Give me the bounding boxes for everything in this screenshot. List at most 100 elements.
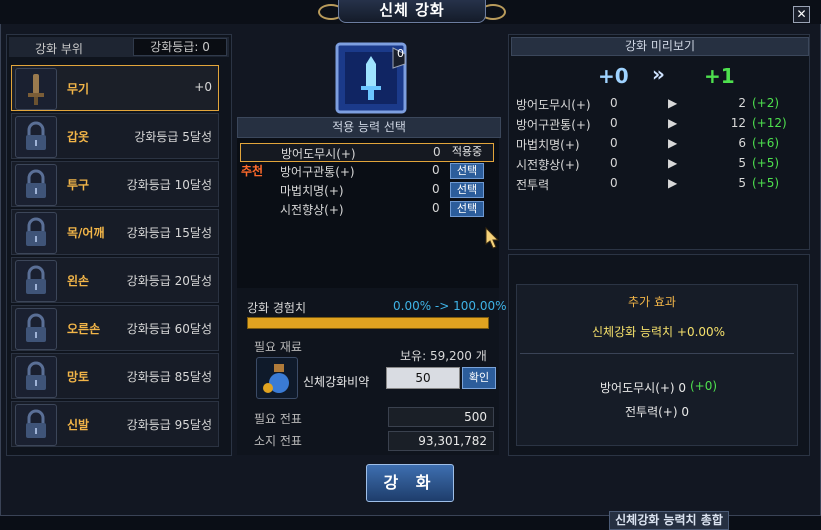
slot-name: 왼손 [67,274,90,288]
stat-next: 2 [738,96,746,110]
slot-requirement: 강화등급 15달성 [126,226,212,240]
stat-name: 시전향상(+) [516,158,580,172]
preview-row: 전투력 0 ▶ 5 (+5) [516,176,782,192]
slot-name: 무기 [67,82,90,96]
slot-name: 갑옷 [67,130,90,144]
stat-next: 12 [730,116,746,130]
close-button[interactable]: ✕ [793,6,810,23]
stat-next: 5 [738,156,746,170]
preview-header: 강화 미리보기 [511,37,809,56]
slot-name: 망토 [67,370,90,384]
stat-current: 0 [610,176,618,190]
material-label: 필요 재료 [254,340,302,354]
play-arrow-icon: ▶ [668,156,678,170]
select-button[interactable]: 선택 [450,182,484,198]
ability-name: 시전향상(+) [280,203,344,217]
preview-row: 방어도무시(+) 0 ▶ 2 (+2) [516,96,782,112]
play-arrow-icon: ▶ [668,136,678,150]
slot-panel-header: 강화 부위 강화등급: 0 [9,37,229,57]
preview-to: +1 [704,64,735,88]
exp-progress-bar [247,317,489,329]
preview-from: +0 [598,64,629,88]
slot-panel-title: 강화 부위 [35,42,83,56]
slot-name: 투구 [67,178,90,192]
lock-icon [15,404,57,446]
exp-label: 강화 경험치 [247,301,307,315]
ability-value: 0 [433,145,441,159]
play-arrow-icon: ▶ [668,176,678,190]
slot-neck[interactable]: 목/어깨 강화등급 15달성 [11,209,219,255]
stat-current: 0 [610,96,618,110]
cursor-icon [484,226,504,253]
lock-icon [15,116,57,158]
stat-increase: (+5) [752,176,780,190]
ability-name: 방어구관통(+) [280,165,355,179]
stat-increase: (+5) [752,156,780,170]
need-ticket-value: 500 [388,407,494,427]
slot-cloak[interactable]: 망토 강화등급 85달성 [11,353,219,399]
ability-applied-label: 적용중 [451,145,483,158]
recommend-badge: 추천 [241,164,264,178]
slot-helmet[interactable]: 투구 강화등급 10달성 [11,161,219,207]
stat-current: 0 [610,136,618,150]
select-button[interactable]: 선택 [450,201,484,217]
summary-header: 신체강화 능력치 총합 [609,511,729,530]
stat-next: 5 [738,176,746,190]
extra-effect-value: 신체강화 능력치 +0.00% [592,325,726,339]
lock-icon [15,308,57,350]
confirm-button[interactable]: 확인 [462,367,496,389]
slot-right-hand[interactable]: 오른손 강화등급 60달성 [11,305,219,351]
need-ticket-label: 필요 전표 [254,412,302,426]
double-arrow-icon: » [652,62,665,86]
ability-value: 0 [432,182,440,196]
slot-requirement: 강화등급 85달성 [126,370,212,384]
material-name: 신체강화비약 [303,375,370,389]
ability-row[interactable]: 마법치명(+) 0 선택 [240,181,492,198]
slot-left-hand[interactable]: 왼손 강화등급 20달성 [11,257,219,303]
stat-increase: (+6) [752,136,780,150]
slot-armor[interactable]: 갑옷 강화등급 5달성 [11,113,219,159]
summary-line1: 방어도무시(+) 0 [600,381,687,395]
slot-shoes[interactable]: 신발 강화등급 95달성 [11,401,219,447]
quantity-input[interactable]: 50 [386,367,460,389]
play-arrow-icon: ▶ [668,96,678,110]
enhance-grade: 강화등급: 0 [133,38,227,56]
select-button[interactable]: 선택 [450,163,484,179]
lock-icon [15,212,57,254]
window-title: 신체 강화 [338,0,486,23]
lock-icon [15,356,57,398]
stat-current: 0 [610,156,618,170]
summary-line2: 전투력(+) 0 [625,405,689,419]
slot-requirement: 강화등급 10달성 [126,178,212,192]
enhance-slot-panel: 강화 부위 강화등급: 0 무기 +0 갑옷 강화등급 5달성 투구 강화등급 … [6,34,232,456]
slot-name: 오른손 [67,322,101,336]
ability-panel: 적용 능력 선택 방어도무시(+) 0 적용중 방어구관통(+) 0 선택 마법… [237,117,501,455]
divider [520,353,794,354]
emblem-level: 0 [397,47,404,60]
slot-requirement: 강화등급 5달성 [134,130,212,144]
preview-row: 시전향상(+) 0 ▶ 5 (+5) [516,156,782,172]
ability-value: 0 [432,201,440,215]
potion-icon [256,357,298,399]
stat-name: 전투력 [516,178,550,192]
stat-increase: (+2) [752,96,780,110]
exp-value: 0.00% -> 100.00% [393,299,507,313]
ability-row[interactable]: 방어구관통(+) 0 선택 [240,162,492,179]
slot-requirement: 강화등급 95달성 [126,418,212,432]
lock-icon [15,164,57,206]
summary-line1-increase: (+0) [690,379,718,393]
have-ticket-label: 소지 전표 [254,434,302,448]
stat-increase: (+12) [752,116,787,130]
ability-name: 마법치명(+) [280,184,344,198]
slot-weapon[interactable]: 무기 +0 [11,65,219,111]
ability-row[interactable]: 방어도무시(+) 0 적용중 [240,143,494,162]
ability-row[interactable]: 시전향상(+) 0 선택 [240,200,492,217]
slot-requirement: 강화등급 20달성 [126,274,212,288]
ability-header: 적용 능력 선택 [237,117,501,138]
play-arrow-icon: ▶ [668,116,678,130]
enhance-button[interactable]: 강 화 [366,464,454,502]
stat-next: 6 [738,136,746,150]
slot-requirement: 강화등급 60달성 [126,322,212,336]
ability-value: 0 [432,163,440,177]
slot-level: +0 [194,80,212,94]
